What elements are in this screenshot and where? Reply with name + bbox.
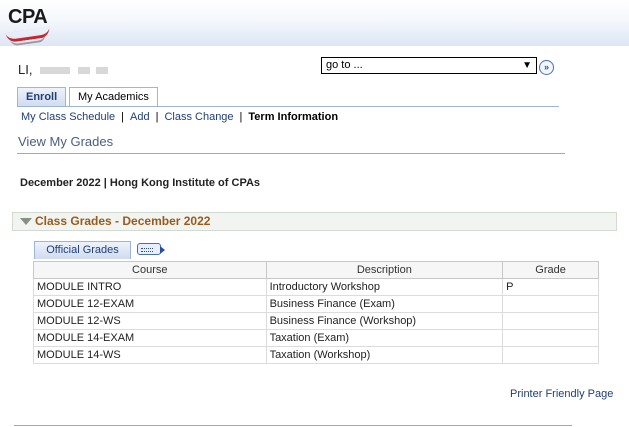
user-name-text: LI, (18, 62, 37, 77)
collapse-triangle-icon[interactable] (20, 218, 32, 225)
cell-description: Business Finance (Workshop) (265, 312, 504, 330)
cell-grade: P (502, 278, 599, 296)
redacted-block (96, 67, 109, 75)
cell-course: MODULE 14-WS (33, 346, 267, 364)
column-header-description: Description (265, 261, 504, 279)
nav-separator: | (155, 111, 159, 123)
chevron-down-icon: ▼ (522, 60, 532, 71)
table-row: MODULE 12-WS Business Finance (Workshop) (33, 312, 599, 330)
table-header-row: Course Description Grade (33, 261, 599, 279)
cell-description: Introductory Workshop (265, 278, 504, 296)
sub-navigation: My Class Schedule | Add | Class Change | Term … (21, 111, 338, 123)
link-class-change[interactable]: Class Change (164, 111, 233, 123)
table-row: MODULE 12-EXAM Business Finance (Exam) (33, 295, 599, 313)
page-title: View My Grades (18, 134, 114, 149)
link-add[interactable]: Add (130, 111, 150, 123)
table-row: MODULE 14-EXAM Taxation (Exam) (33, 329, 599, 347)
cell-course: MODULE INTRO (33, 278, 267, 296)
tab-official-grades[interactable]: Official Grades (34, 241, 131, 259)
cell-course: MODULE 12-EXAM (33, 295, 267, 313)
user-name: LI, (18, 62, 109, 77)
goto-dropdown-value: go to ... (326, 59, 363, 71)
title-divider (17, 153, 565, 154)
cell-grade (502, 346, 599, 364)
goto-button[interactable]: » (539, 60, 554, 75)
cell-grade (502, 295, 599, 313)
header-band (0, 0, 629, 46)
current-page-term-information: Term Information (248, 111, 339, 123)
redacted-block (40, 67, 71, 75)
cell-course: MODULE 12-WS (33, 312, 267, 330)
cell-description: Taxation (Exam) (265, 329, 504, 347)
column-header-course: Course (33, 261, 267, 279)
tab-my-academics[interactable]: My Academics (69, 87, 158, 107)
grades-table: Course Description Grade MODULE INTRO In… (33, 261, 599, 364)
term-info: December 2022 | Hong Kong Institute of C… (20, 177, 261, 189)
cpa-logo: CPA (4, 6, 54, 48)
section-title: Class Grades - December 2022 (35, 214, 211, 228)
cell-course: MODULE 14-EXAM (33, 329, 267, 347)
table-row: MODULE 14-WS Taxation (Workshop) (33, 346, 599, 364)
printer-friendly-link[interactable]: Printer Friendly Page (510, 388, 613, 400)
tab-enroll[interactable]: Enroll (17, 87, 66, 107)
tab-divider (17, 106, 559, 107)
cell-description: Business Finance (Exam) (265, 295, 504, 313)
goto-dropdown[interactable]: go to ... ▼ (321, 57, 537, 74)
double-chevron-right-icon: » (543, 62, 549, 72)
class-grades-section-header[interactable]: Class Grades - December 2022 (12, 212, 617, 231)
cell-description: Taxation (Workshop) (265, 346, 504, 364)
table-row: MODULE INTRO Introductory Workshop P (33, 278, 599, 296)
redacted-block (78, 67, 91, 75)
column-header-grade: Grade (502, 261, 599, 279)
nav-separator: | (121, 111, 125, 123)
logo-text: CPA (8, 6, 48, 28)
link-my-class-schedule[interactable]: My Class Schedule (21, 111, 115, 123)
cell-grade (502, 312, 599, 330)
nav-separator: | (239, 111, 243, 123)
show-all-columns-icon[interactable] (137, 243, 165, 255)
cell-grade (502, 329, 599, 347)
footer-divider (14, 425, 572, 426)
